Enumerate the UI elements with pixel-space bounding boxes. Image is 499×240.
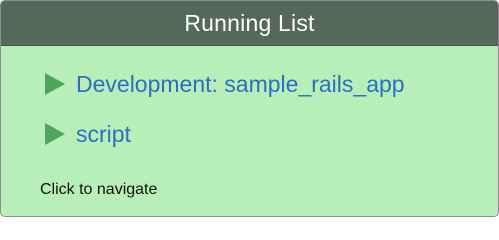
popup-title: Running List (184, 9, 315, 36)
list-item-label[interactable]: script (76, 120, 131, 148)
title-bar: Running List (1, 1, 498, 46)
running-list-popup: Running List Development: sample_rails_a… (0, 0, 499, 217)
play-triangle-icon (45, 123, 65, 145)
play-triangle-icon (45, 73, 65, 95)
list-item-script[interactable]: script (45, 120, 131, 148)
navigate-hint: Click to navigate (40, 181, 158, 198)
list-item-label[interactable]: Development: sample_rails_app (76, 70, 405, 98)
list-item-development[interactable]: Development: sample_rails_app (45, 70, 405, 98)
